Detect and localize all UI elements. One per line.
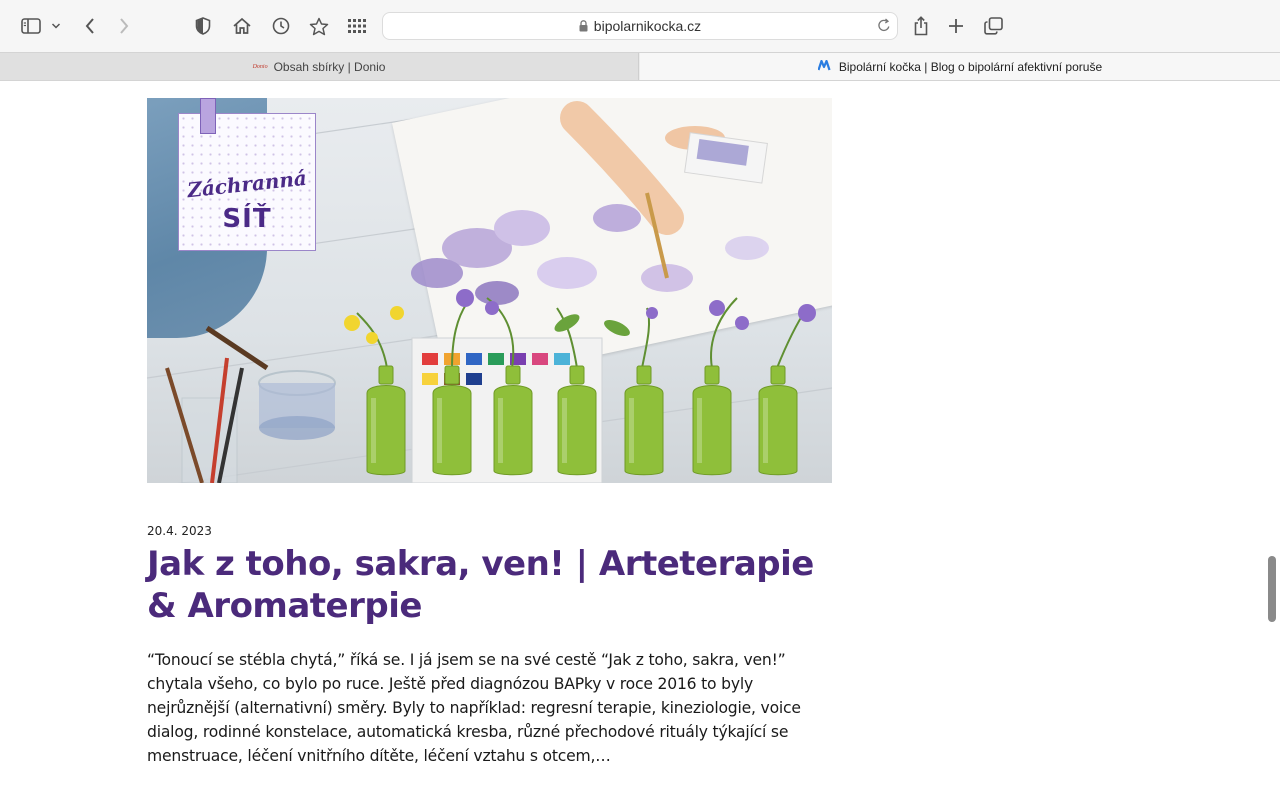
post-excerpt: “Tonoucí se stébla chytá,” říká se. I já…: [147, 651, 801, 765]
donio-favicon-icon: Donio: [252, 63, 268, 70]
plus-icon[interactable]: [945, 13, 967, 39]
chevron-down-icon[interactable]: [49, 13, 63, 39]
tab-bipolarni-kocka[interactable]: Bipolární kočka | Blog o bipolární afekt…: [640, 53, 1280, 80]
shield-icon[interactable]: [192, 13, 214, 39]
share-icon[interactable]: [910, 13, 932, 39]
tab-label: Bipolární kočka | Blog o bipolární afekt…: [838, 59, 1103, 74]
sidebar-icon[interactable]: [20, 13, 42, 39]
reload-icon[interactable]: [877, 18, 891, 33]
history-icon[interactable]: [270, 13, 292, 39]
address-bar[interactable]: bipolarnikocka.cz: [382, 12, 898, 40]
grid-icon[interactable]: [346, 13, 368, 39]
page-content: Záchranná SÍŤ 20.4. 2023 Jak z toho, sak…: [0, 81, 1280, 800]
post-date: 20.4. 2023: [147, 524, 212, 538]
bookmark-tag-icon: [200, 98, 216, 134]
tab-bar: Donio Obsah sbírky | Donio Bipolární koč…: [0, 52, 1280, 81]
back-icon[interactable]: [80, 13, 100, 39]
sign-title-text: SÍŤ: [222, 204, 272, 234]
post-title-link[interactable]: Jak z toho, sakra, ven! | Arteterapie & …: [147, 543, 847, 627]
sign-script-text: Záchranná: [186, 165, 308, 203]
zachranna-sit-sign: Záchranná SÍŤ: [178, 113, 316, 251]
tab-donio[interactable]: Donio Obsah sbírky | Donio: [0, 53, 639, 80]
post-featured-image[interactable]: Záchranná SÍŤ: [147, 98, 832, 483]
home-icon[interactable]: [230, 13, 254, 39]
site-favicon-icon: [817, 59, 832, 74]
tab-label: Obsah sbírky | Donio: [273, 59, 386, 74]
star-icon[interactable]: [308, 13, 330, 39]
tabs-icon[interactable]: [982, 13, 1004, 39]
url-text: bipolarnikocka.cz: [593, 18, 702, 34]
lock-icon: [579, 20, 588, 32]
browser-toolbar: bipolarnikocka.cz: [0, 0, 1280, 52]
page-scrollbar[interactable]: [1268, 556, 1276, 622]
forward-icon[interactable]: [114, 13, 134, 39]
